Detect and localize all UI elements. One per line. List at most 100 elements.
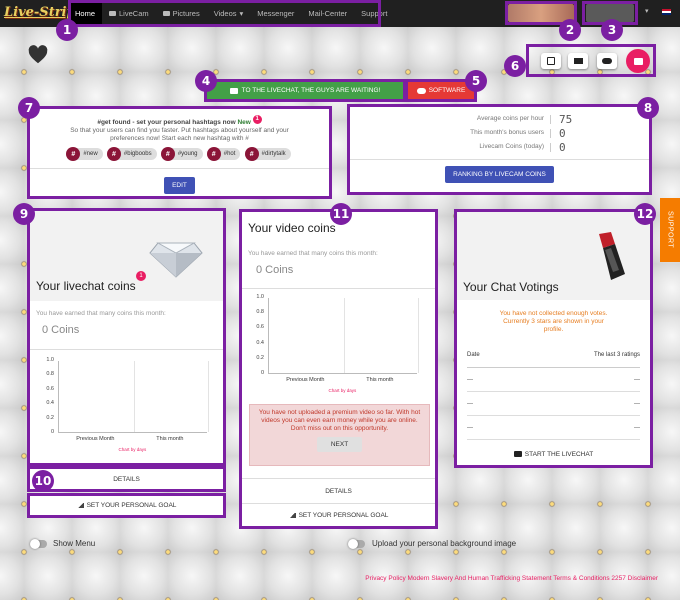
livechat-earned-text: You have earned that many coins this mon… xyxy=(36,310,166,317)
table-cell: --- xyxy=(634,400,640,407)
footer-links[interactable]: Privacy Policy Modern Slavery And Human … xyxy=(365,575,658,582)
show-menu-toggle[interactable] xyxy=(30,539,47,549)
stat-value: 0 xyxy=(550,128,566,139)
x-tick-label: This month xyxy=(366,377,394,383)
hashtag-chip[interactable]: # #hot xyxy=(206,147,241,161)
hashtag-symbol: # xyxy=(206,147,221,161)
hashtag-symbol: # xyxy=(106,147,121,161)
ranking-button[interactable]: RANKING BY LIVECAM COINS xyxy=(445,166,554,183)
table-cell: --- xyxy=(467,376,473,383)
chart-grid-line xyxy=(208,361,209,432)
user-menu-caret-icon[interactable]: ▾ xyxy=(645,7,649,15)
hashtag-label: #dirtytalk xyxy=(261,151,286,157)
table-row: --- --- xyxy=(467,416,640,440)
hashtag-chip[interactable]: # #dirtytalk xyxy=(244,147,291,161)
y-tick-label: 0 xyxy=(260,370,264,376)
notification-badge: 1 xyxy=(252,115,262,124)
livechat-coins-chart: 1.0 0.8 0.6 0.4 0.2 0 Previous Month This month… xyxy=(40,357,215,457)
video-coins-chart: 1.0 0.8 0.6 0.4 0.2 0 Previous Month This month… xyxy=(250,294,425,398)
uk-flag-icon[interactable] xyxy=(662,9,671,15)
video-icon xyxy=(513,451,522,457)
y-tick-label: 0.2 xyxy=(256,354,264,361)
table-cell: --- xyxy=(467,424,473,431)
annotation-box-1 xyxy=(68,0,381,27)
votings-col-ratings: The last 3 ratings xyxy=(593,352,640,358)
votings-header: Your Chat Votings xyxy=(457,212,650,300)
hashtags-title: #get found - set your personal hashtags … xyxy=(30,115,329,126)
start-livechat-button[interactable]: START THE LIVECHAT xyxy=(457,448,650,460)
site-logo[interactable]: Live-Strip xyxy=(4,5,76,20)
livechat-coins-card: Your livechat coins 1 You have earned th… xyxy=(30,211,223,463)
x-tick-label: This month xyxy=(156,436,184,442)
table-cell: --- xyxy=(634,424,640,431)
video-details-button[interactable]: DETAILS xyxy=(242,482,435,500)
mail-button[interactable] xyxy=(568,53,588,69)
mail-icon xyxy=(573,58,583,64)
chart-grid-line xyxy=(418,298,419,373)
annotation-badge-10: 10 xyxy=(32,470,54,492)
hashtag-chip[interactable]: # #new xyxy=(66,147,103,161)
chat-votings-card: Your Chat Votings You have not collected… xyxy=(457,212,650,465)
livechat-notification-badge: 1 xyxy=(136,271,146,281)
livechat-goal-label: SET YOUR PERSONAL GOAL xyxy=(86,502,177,509)
livechat-details-label: DETAILS xyxy=(113,475,140,483)
stat-label: Average coins per hour xyxy=(476,115,544,122)
upload-background-toggle[interactable] xyxy=(348,539,365,549)
y-tick-label: 0.2 xyxy=(46,414,54,421)
diamond-icon xyxy=(149,242,203,278)
hashtags-description: So that your users can find you faster. … xyxy=(70,127,289,142)
video-goal-label: SET YOUR PERSONAL GOAL xyxy=(298,511,389,519)
annotation-badge-1: 1 xyxy=(56,19,78,41)
hashtag-chip[interactable]: # #young xyxy=(160,147,203,161)
livechat-coins-value: 0 Coins xyxy=(42,324,80,336)
hashtag-symbol: # xyxy=(66,147,81,161)
show-menu-label: Show Menu xyxy=(53,539,96,548)
chart-plot-area xyxy=(268,298,419,374)
edit-photo-button[interactable] xyxy=(541,53,561,69)
next-button[interactable]: NEXT xyxy=(316,437,363,452)
signal-icon xyxy=(76,503,84,508)
annotation-badge-12: 12 xyxy=(634,203,656,225)
stat-label: This month's bonus users xyxy=(470,129,544,136)
annotation-badge-11: 11 xyxy=(330,203,352,225)
premium-video-warning: You have not uploaded a premium video so… xyxy=(258,409,421,432)
chart-plot-area xyxy=(58,361,209,433)
livechat-coins-title: Your livechat coins xyxy=(36,279,136,293)
votings-col-date: Date xyxy=(467,352,480,358)
y-tick-label: 0.4 xyxy=(256,339,264,346)
stat-value: 0 xyxy=(550,142,566,153)
hashtag-label: #bigboobs xyxy=(123,151,152,157)
stat-bonus-users: This month's bonus users 0 xyxy=(450,128,566,139)
chart-grid-line xyxy=(343,298,345,373)
y-tick-label: 0.8 xyxy=(256,309,264,316)
upload-button[interactable] xyxy=(597,53,617,69)
software-button[interactable]: SOFTWARE xyxy=(408,82,474,99)
hashtag-chip[interactable]: # #bigboobs xyxy=(106,147,157,161)
y-tick-label: 1.0 xyxy=(46,357,54,363)
edit-hashtags-button[interactable]: EDIT xyxy=(164,177,195,194)
livechat-goal-button[interactable]: SET YOUR PERSONAL GOAL xyxy=(30,496,223,515)
hashtags-title-text: #get found - set your personal hashtags … xyxy=(97,119,236,126)
stat-value: 75 xyxy=(550,114,572,125)
table-cell: --- xyxy=(634,376,640,383)
y-tick-label: 0.4 xyxy=(46,400,54,407)
premium-video-alert: You have not uploaded a premium video so… xyxy=(249,404,430,466)
x-tick-label: Previous Month xyxy=(286,377,325,383)
stats-panel: Average coins per hour 75 This month's bo… xyxy=(350,107,649,192)
video-coins-title: Your video coins xyxy=(248,221,336,235)
table-row: --- --- xyxy=(467,368,640,392)
video-coins-card: Your video coins You have earned that ma… xyxy=(242,212,435,526)
heart-icon[interactable] xyxy=(27,44,49,66)
video-goal-button[interactable]: SET YOUR PERSONAL GOAL xyxy=(242,507,435,523)
lipstick-icon xyxy=(599,232,625,280)
livechat-button-label: TO THE LIVECHAT, THE GUYS ARE WAITING! xyxy=(241,87,381,94)
annotation-badge-8: 8 xyxy=(637,97,659,119)
livechat-button[interactable]: TO THE LIVECHAT, THE GUYS ARE WAITING! xyxy=(207,82,403,99)
y-tick-label: 0.8 xyxy=(46,371,54,378)
table-row: --- --- xyxy=(467,392,640,416)
annotation-badge-3: 3 xyxy=(601,19,623,41)
support-tab[interactable]: SUPPORT xyxy=(660,198,680,262)
y-tick-label: 0.6 xyxy=(256,324,264,331)
start-cam-button[interactable] xyxy=(626,49,650,73)
livechat-details-button[interactable]: DETAILS xyxy=(30,469,223,489)
